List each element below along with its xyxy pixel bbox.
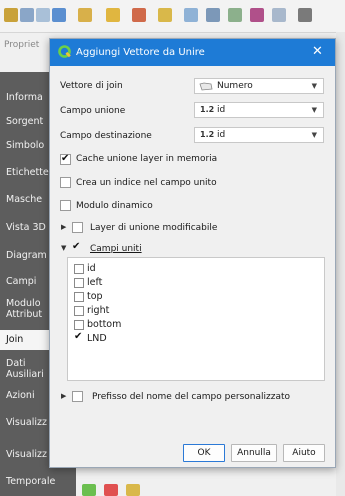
sidebar-item[interactable]: Dati Ausiliari: [0, 358, 45, 380]
dialog-titlebar[interactable]: Aggiungi Vettore da Unire ✕: [50, 39, 335, 66]
chevron-down-icon: ▼: [311, 82, 317, 90]
field-checkbox[interactable]: [74, 306, 84, 316]
toolbar-icon[interactable]: [4, 8, 18, 22]
target-field-value: id: [217, 130, 226, 140]
join-field-combo[interactable]: 1.2 id ▼: [194, 102, 324, 118]
toolbar-icon[interactable]: [272, 8, 286, 22]
join-layer-value: Numero: [217, 81, 253, 91]
close-icon[interactable]: ✕: [312, 44, 323, 59]
field-name: right: [87, 305, 110, 316]
toolbar-icon[interactable]: [132, 8, 146, 22]
cache-join-checkbox[interactable]: [60, 153, 71, 165]
field-name: top: [87, 291, 103, 302]
chevron-down-icon: ▼: [311, 131, 317, 139]
join-field-value: id: [217, 105, 226, 115]
field-checkbox[interactable]: [74, 320, 84, 330]
field-name: bottom: [87, 319, 122, 330]
field-checkbox[interactable]: [74, 264, 84, 274]
join-field-label: Campo unione: [60, 106, 126, 116]
expand-arrow-icon[interactable]: ▶: [61, 392, 66, 400]
join-layer-combo[interactable]: Numero ▼: [194, 78, 324, 94]
numeric-field-icon: 1.2: [200, 105, 215, 114]
toolbar-icon[interactable]: [228, 8, 242, 22]
cache-join-label: Cache unione layer in memoria: [76, 154, 218, 164]
edit-join-icon[interactable]: [126, 484, 140, 496]
joined-fields-list[interactable]: id left top right bottom LND: [67, 257, 325, 381]
ok-button[interactable]: OK: [183, 444, 225, 462]
cancel-button[interactable]: Annulla: [231, 444, 277, 462]
dialog-title: Aggiungi Vettore da Unire: [76, 47, 205, 58]
toolbar-icon[interactable]: [206, 8, 220, 22]
toolbar-icon[interactable]: [20, 8, 34, 22]
field-name: left: [87, 277, 103, 288]
editable-join-label: Layer di unione modificabile: [90, 223, 218, 233]
sidebar-item[interactable]: Temporale: [0, 476, 76, 487]
dynamic-form-checkbox[interactable]: [60, 200, 71, 211]
toolbar-icon[interactable]: [250, 8, 264, 22]
toolbar-icon[interactable]: [52, 8, 66, 22]
joined-fields-label: Campi uniti: [90, 244, 142, 254]
joined-fields-checkbox[interactable]: [72, 241, 83, 254]
field-checkbox[interactable]: [74, 278, 84, 288]
dynamic-form-label: Modulo dinamico: [76, 201, 153, 211]
create-index-checkbox[interactable]: [60, 177, 71, 188]
qgis-logo-icon: [58, 45, 71, 58]
toolbar-icon[interactable]: [36, 8, 50, 22]
toolbar-icon[interactable]: [298, 8, 312, 22]
sidebar-item[interactable]: Modulo Attribut: [0, 298, 50, 320]
expand-arrow-icon[interactable]: ▶: [61, 223, 66, 231]
toolbar-icon[interactable]: [106, 8, 120, 22]
chevron-down-icon: ▼: [311, 106, 317, 114]
target-field-combo[interactable]: 1.2 id ▼: [194, 127, 324, 143]
field-checkbox[interactable]: [74, 292, 84, 302]
toolbar-icon[interactable]: [78, 8, 92, 22]
field-checkbox[interactable]: [74, 331, 84, 344]
custom-prefix-checkbox[interactable]: [72, 391, 83, 402]
create-index-label: Crea un indice nel campo unito: [76, 178, 217, 188]
collapse-arrow-icon[interactable]: ▼: [61, 244, 66, 252]
numeric-field-icon: 1.2: [200, 130, 215, 139]
properties-window-title: Propriet: [4, 40, 40, 50]
join-layer-label: Vettore di join: [60, 81, 123, 91]
add-vector-join-dialog: Aggiungi Vettore da Unire ✕ Vettore di j…: [49, 38, 336, 468]
polygon-layer-icon: [199, 82, 213, 91]
add-join-icon[interactable]: [82, 484, 96, 496]
field-name: id: [87, 263, 96, 274]
target-field-label: Campo destinazione: [60, 131, 152, 141]
editable-join-checkbox[interactable]: [72, 222, 83, 233]
toolbar-icon[interactable]: [158, 8, 172, 22]
remove-join-icon[interactable]: [104, 484, 118, 496]
help-button[interactable]: Aiuto: [283, 444, 325, 462]
custom-prefix-label: Prefisso del nome del campo personalizza…: [92, 392, 290, 402]
main-toolbar: [0, 0, 345, 33]
toolbar-icon[interactable]: [184, 8, 198, 22]
background-panel-edge: [336, 32, 345, 496]
field-name: LND: [87, 333, 107, 344]
